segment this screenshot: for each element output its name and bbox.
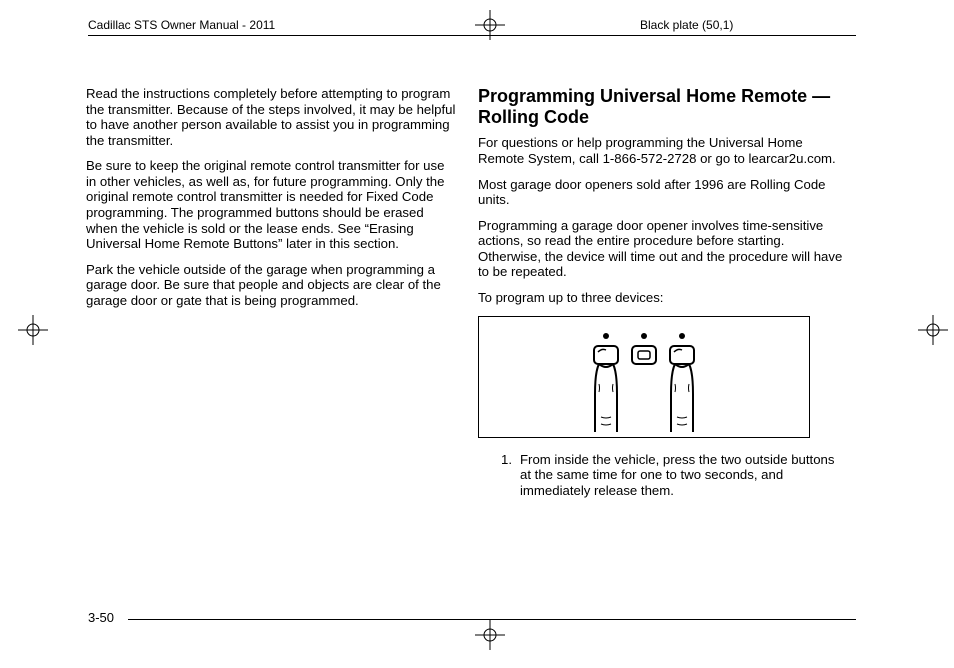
right-para-4: To program up to three devices: — [478, 290, 848, 306]
right-para-2: Most garage door openers sold after 1996… — [478, 177, 848, 208]
registration-mark-left-icon — [18, 315, 48, 345]
right-column: Programming Universal Home Remote — Roll… — [478, 86, 848, 504]
step-1-text: From inside the vehicle, press the two o… — [520, 452, 848, 499]
section-heading: Programming Universal Home Remote — Roll… — [478, 86, 848, 127]
footer-rule — [128, 619, 856, 620]
step-1-number: 1. — [490, 452, 520, 499]
left-para-3: Park the vehicle outside of the garage w… — [86, 262, 456, 309]
manual-page: Cadillac STS Owner Manual - 2011 Black p… — [0, 0, 954, 668]
hands-pressing-buttons-icon — [544, 322, 744, 432]
right-para-3: Programming a garage door opener involve… — [478, 218, 848, 280]
right-para-1: For questions or help programming the Un… — [478, 135, 848, 166]
header-left-text: Cadillac STS Owner Manual - 2011 — [88, 18, 275, 32]
figure-press-outer-buttons — [478, 316, 810, 438]
step-1: 1. From inside the vehicle, press the tw… — [490, 452, 848, 499]
left-column: Read the instructions completely before … — [86, 86, 456, 319]
header-right-text: Black plate (50,1) — [640, 18, 733, 32]
registration-mark-bottom-icon — [475, 620, 505, 650]
left-para-1: Read the instructions completely before … — [86, 86, 456, 148]
registration-mark-right-icon — [918, 315, 948, 345]
page-number: 3-50 — [88, 610, 114, 625]
header-rule — [88, 35, 856, 36]
left-para-2: Be sure to keep the original remote cont… — [86, 158, 456, 251]
